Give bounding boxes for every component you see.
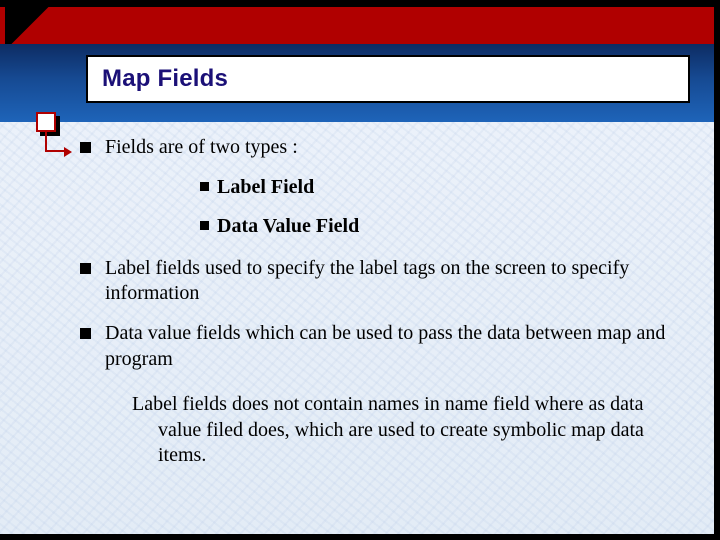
header-black-stripe (0, 0, 714, 7)
slide-title: Map Fields (102, 65, 228, 93)
sub-bullet-text: Data Value Field (217, 214, 359, 240)
title-box: Map Fields (86, 55, 690, 103)
content-area: Fields are of two types : Label Field Da… (80, 135, 686, 514)
bullet-data-desc: Data value fields which can be used to p… (80, 321, 686, 372)
side-arrow-icon (64, 147, 72, 157)
bullet-intro: Fields are of two types : (80, 135, 686, 161)
sub-bullet-text: Label Field (217, 175, 314, 201)
square-bullet-icon (80, 142, 91, 153)
bullet-label-desc: Label fields used to specify the label t… (80, 256, 686, 307)
sub-bullet-group: Label Field Data Value Field (200, 175, 686, 240)
bullet-text: Label fields used to specify the label t… (105, 256, 686, 307)
bullet-text: Data value fields which can be used to p… (105, 321, 686, 372)
footer-note: Label fields does not contain names in n… (110, 392, 686, 469)
slide: Map Fields Fields are of two types : Lab… (0, 0, 720, 540)
square-bullet-icon (200, 182, 209, 191)
bullet-intro-text: Fields are of two types : (105, 135, 686, 161)
square-bullet-icon (80, 328, 91, 339)
sub-bullet-label-field: Label Field (200, 175, 686, 201)
side-marker-icon (36, 112, 56, 132)
square-bullet-icon (200, 221, 209, 230)
side-connector-line (45, 132, 47, 152)
square-bullet-icon (80, 263, 91, 274)
sub-bullet-data-field: Data Value Field (200, 214, 686, 240)
